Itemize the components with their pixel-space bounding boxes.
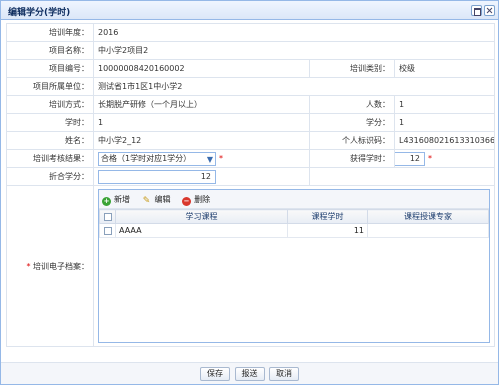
course-expert-cell xyxy=(366,223,490,238)
earned-hours-input[interactable]: 12 xyxy=(395,151,425,166)
close-icon[interactable] xyxy=(484,5,495,16)
table-row[interactable]: AAAA 11 xyxy=(99,223,490,238)
add-icon: + xyxy=(102,197,111,206)
maximize-icon[interactable] xyxy=(471,5,482,16)
credit-form: 培训年度： 2016 项目名称： 中小学2项目2 项目编号： 100000084… xyxy=(6,23,496,347)
headcount-label: 人数： xyxy=(309,95,395,114)
remove-icon: − xyxy=(182,197,192,206)
dialog-body: 培训年度： 2016 项目名称： 中小学2项目2 项目编号： 100000084… xyxy=(1,21,498,362)
submit-button[interactable]: 报送 xyxy=(234,367,265,381)
project-name-label: 项目名称： xyxy=(6,41,94,60)
credits-label: 学分： xyxy=(309,113,395,132)
id-number-value: L431608021613310366 xyxy=(393,131,496,150)
assessment-result-selected: 合格（1学时对应1学分） xyxy=(101,153,192,163)
cancel-button[interactable]: 取消 xyxy=(269,367,300,381)
project-code-label: 项目编号： xyxy=(6,59,94,78)
archive-grid: + 新增 ✎ 编辑 − 删除 学习课程 课程学时 课程授课专家 AAAA 11 xyxy=(98,189,491,343)
dialog-footer: 保存 报送 取消 xyxy=(1,362,498,384)
row-checkbox[interactable] xyxy=(103,226,112,235)
empty-cell xyxy=(308,167,496,186)
credits-value: 1 xyxy=(393,113,496,132)
edit-credit-dialog: 编辑学分(学时) 培训年度： 2016 项目名称： 中小学2项目2 项目编号： … xyxy=(0,0,499,385)
delete-label: 删除 xyxy=(194,195,211,204)
hours-value: 1 xyxy=(93,113,310,132)
training-category-label: 培训类别： xyxy=(309,59,395,78)
chevron-down-icon[interactable]: ▼ xyxy=(207,154,213,166)
pencil-icon: ✎ xyxy=(142,196,151,206)
delete-button[interactable]: − 删除 xyxy=(182,190,210,209)
add-label: 新增 xyxy=(114,195,130,204)
course-cell: AAAA xyxy=(115,223,288,238)
archive-label: 培训电子档案： xyxy=(6,185,94,347)
select-all-header[interactable] xyxy=(99,209,116,224)
converted-credits-input[interactable]: 12 xyxy=(98,169,216,184)
add-button[interactable]: + 新增 xyxy=(102,190,130,209)
training-method-label: 培训方式： xyxy=(6,95,94,114)
hours-label: 学时： xyxy=(6,113,94,132)
converted-credits-label: 折合学分： xyxy=(6,167,94,186)
column-header[interactable]: 课程学时 xyxy=(287,209,368,224)
course-hours-cell: 11 xyxy=(287,223,368,238)
save-button[interactable]: 保存 xyxy=(199,367,230,381)
column-header[interactable]: 学习课程 xyxy=(115,209,288,224)
column-header[interactable]: 课程授课专家 xyxy=(366,209,490,224)
archive-grid-toolbar: + 新增 ✎ 编辑 − 删除 xyxy=(99,190,490,209)
archive-table-header: 学习课程 课程学时 课程授课专家 xyxy=(99,209,490,224)
converted-credits-cell: 12 xyxy=(93,167,310,186)
required-marker: * xyxy=(219,154,223,163)
earned-hours-label: 获得学时： xyxy=(309,149,395,168)
assessment-result-cell: 合格（1学时对应1学分） ▼ * xyxy=(93,149,310,168)
edit-button[interactable]: ✎ 编辑 xyxy=(142,190,171,209)
project-name-value: 中小学2项目2 xyxy=(92,41,496,60)
training-year-value: 2016 xyxy=(92,23,496,42)
edit-label: 编辑 xyxy=(154,195,171,204)
assessment-result-select[interactable]: 合格（1学时对应1学分） ▼ xyxy=(98,151,216,166)
headcount-value: 1 xyxy=(393,95,496,114)
training-category-value: 校级 xyxy=(393,59,496,78)
name-value: 中小学2_12 xyxy=(93,131,310,150)
archive-cell: + 新增 ✎ 编辑 − 删除 学习课程 课程学时 课程授课专家 AAAA 11 xyxy=(92,185,496,347)
assessment-result-label: 培训考核结果： xyxy=(6,149,94,168)
project-unit-label: 项目所属单位： xyxy=(6,77,94,96)
training-year-label: 培训年度： xyxy=(6,23,94,42)
id-number-label: 个人标识码： xyxy=(309,131,395,150)
name-label: 姓名： xyxy=(6,131,94,150)
project-unit-value: 测试省1市1区1中小学2 xyxy=(92,77,496,96)
dialog-titlebar: 编辑学分(学时) xyxy=(1,1,498,20)
required-marker: * xyxy=(428,154,432,163)
earned-hours-cell: 12 * xyxy=(393,149,496,168)
dialog-title: 编辑学分(学时) xyxy=(8,8,71,18)
project-code-value: 10000008420160002 xyxy=(93,59,310,78)
select-all-checkbox[interactable] xyxy=(103,212,112,221)
archive-table: 学习课程 课程学时 课程授课专家 AAAA 11 xyxy=(99,209,490,238)
row-select-cell[interactable] xyxy=(99,223,116,238)
training-method-value: 长期脱产研修（一个月以上） xyxy=(93,95,310,114)
